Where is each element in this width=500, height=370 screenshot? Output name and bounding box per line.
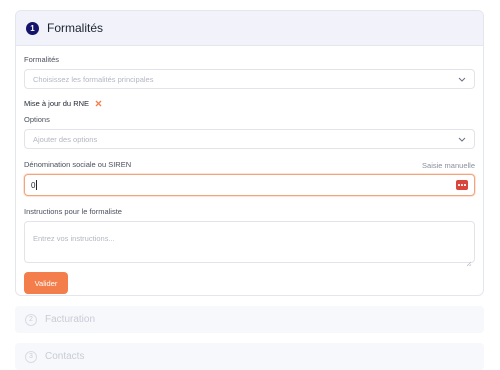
options-placeholder: Ajouter des options [33,134,98,144]
instructions-label: Instructions pour le formaliste [24,207,122,216]
formalites-label: Formalités [24,55,60,64]
chevron-down-icon [458,135,466,143]
denomination-value: 0 [31,180,36,190]
denomination-label-row: Dénomination sociale ou SIREN Saisie man… [24,160,475,170]
denomination-label: Dénomination sociale ou SIREN [24,160,132,169]
formalites-form: Formalités Choisissez les formalités pri… [16,46,483,294]
more-horizontal-icon[interactable] [456,180,468,190]
step-badge-2: 2 [25,313,37,326]
step-badge-3: 3 [25,350,37,363]
formalites-placeholder: Choisissez les formalités principales [33,74,154,84]
formalites-section: 1 Formalités Formalités Choisissez les f… [15,10,484,296]
step-badge-1: 1 [26,21,39,35]
facturation-section-header[interactable]: 2 Facturation [15,306,484,333]
page: 1 Formalités Formalités Choisissez les f… [0,0,500,370]
close-icon[interactable] [94,99,102,107]
denomination-value-wrap: 0 [31,180,38,190]
selected-formalite-tag: Mise à jour du RNE [24,97,475,109]
contacts-title: Contacts [45,351,85,362]
formalites-select[interactable]: Choisissez les formalités principales [24,69,475,89]
formalites-section-header[interactable]: 1 Formalités [16,11,483,46]
contacts-section-header[interactable]: 3 Contacts [15,343,484,370]
submit-button[interactable]: Valider [24,272,68,294]
manual-entry-link[interactable]: Saisie manuelle [422,161,475,170]
tag-label: Mise à jour du RNE [24,98,90,108]
resize-handle-icon[interactable] [466,254,472,267]
instructions-placeholder: Entrez vos instructions... [33,234,115,243]
section-title: Formalités [47,21,104,35]
options-label: Options [24,115,50,124]
denomination-input[interactable]: 0 [24,174,475,196]
chevron-down-icon [458,75,466,83]
facturation-title: Facturation [45,314,96,325]
instructions-textarea[interactable]: Entrez vos instructions... [24,221,475,267]
options-select[interactable]: Ajouter des options [24,129,475,149]
text-caret [36,180,38,190]
